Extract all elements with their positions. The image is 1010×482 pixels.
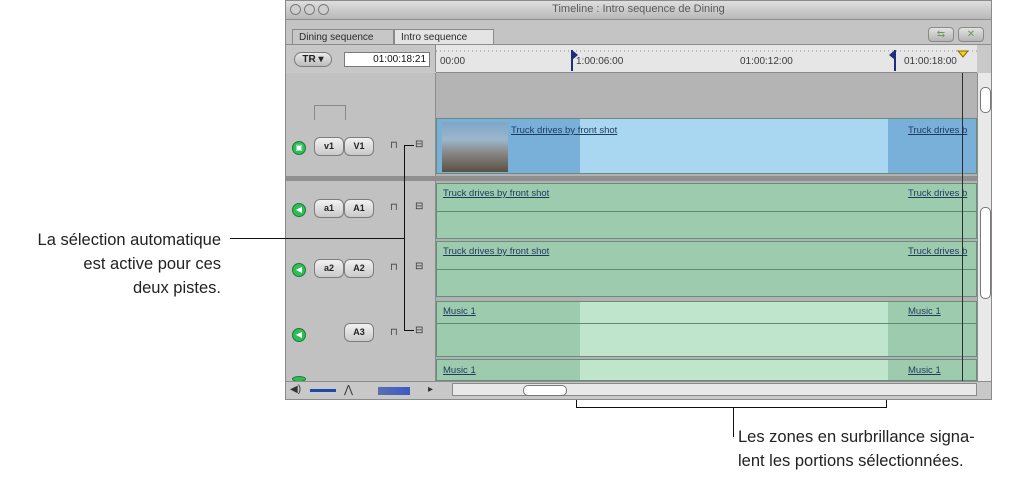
ruler-controls: TR ▾ 01:00:18:21 bbox=[286, 45, 436, 72]
audio-clip-a3[interactable]: Music 1 Music 1 bbox=[436, 301, 977, 357]
linking-button[interactable]: ✕ bbox=[958, 27, 984, 42]
auto-select-v1[interactable]: ⊟ bbox=[415, 140, 425, 150]
clip-name: Music 1 bbox=[443, 306, 476, 317]
tab-dining-sequence[interactable]: Dining sequence bbox=[292, 29, 394, 44]
track-empty-slot bbox=[314, 105, 346, 120]
source-control-a2[interactable]: a2 bbox=[314, 259, 344, 278]
audio-toggle-a3[interactable]: ◀ bbox=[292, 328, 306, 342]
sequence-tab-bar: Dining sequence Intro sequence ⇆ ✕ bbox=[286, 20, 991, 45]
callout-text: deux pistes. bbox=[132, 279, 221, 297]
clip-name: Truck drives by front shot bbox=[443, 188, 550, 199]
lock-icon[interactable]: ⊓ bbox=[390, 203, 399, 213]
callout-bottom: Les zones en surbrillance signa- lent le… bbox=[738, 425, 1008, 473]
ruler-label: 00:00 bbox=[440, 56, 466, 67]
empty-track-area bbox=[436, 73, 977, 117]
auto-select-a1[interactable]: ⊟ bbox=[415, 202, 425, 212]
callout-text: La sélection automatique bbox=[37, 231, 221, 249]
bracket-tick bbox=[404, 145, 414, 146]
title-bar[interactable]: Timeline : Intro sequence de Dining bbox=[286, 1, 991, 20]
dest-control-a3[interactable]: A3 bbox=[344, 323, 374, 342]
playhead-marker bbox=[956, 50, 970, 58]
callout-bracket bbox=[576, 407, 886, 408]
zoom-slider[interactable] bbox=[523, 385, 567, 396]
audio-clip-a1[interactable]: Truck drives by front shot Truck drives … bbox=[436, 183, 977, 239]
callout-text: Les zones en surbrillance signa- bbox=[738, 428, 975, 446]
dest-control-a1[interactable]: A1 bbox=[344, 199, 374, 218]
clip-name: Music 1 bbox=[908, 365, 941, 376]
tr-label: TR bbox=[302, 54, 316, 65]
timeline-ruler[interactable]: 00:00 1:00:06:00 01:00:12:00 01:00:18:00 bbox=[436, 45, 977, 73]
lock-icon[interactable]: ⊓ bbox=[390, 328, 399, 338]
clip-thumbnail bbox=[442, 122, 508, 172]
timeline-window: Timeline : Intro sequence de Dining Dini… bbox=[285, 0, 992, 400]
clip-name: Truck drives by front shot bbox=[511, 125, 618, 136]
speaker-icon[interactable]: ◀) bbox=[290, 384, 301, 395]
auto-select-a3[interactable]: ⊟ bbox=[415, 326, 425, 336]
scroll-thumb[interactable] bbox=[980, 207, 991, 299]
horizontal-scrollbar[interactable] bbox=[452, 383, 977, 396]
track-headers: ▣ v1 V1 ⊓ ⊟ ◀ a1 A1 ⊓ ⊟ ◀ a2 A2 ⊓ ⊟ ◀ A3… bbox=[286, 73, 436, 382]
scroll-thumb[interactable] bbox=[980, 87, 991, 113]
callout-left: La sélection automatique est active pour… bbox=[6, 228, 221, 300]
dest-control-a2[interactable]: A2 bbox=[344, 259, 374, 278]
callout-leader bbox=[230, 238, 404, 239]
source-control-v1[interactable]: v1 bbox=[314, 137, 344, 156]
auto-select-bracket bbox=[404, 145, 405, 331]
level-line bbox=[437, 269, 976, 270]
ruler-label: 01:00:18:00 bbox=[904, 56, 957, 67]
track-height-icon[interactable] bbox=[310, 389, 336, 392]
track-visibility-v1[interactable]: ▣ bbox=[292, 141, 306, 155]
audio-clip-a4[interactable]: Music 1 Music 1 bbox=[436, 359, 977, 381]
audio-clip-a2[interactable]: Truck drives by front shot Truck drives … bbox=[436, 241, 977, 297]
audio-toggle-a1[interactable]: ◀ bbox=[292, 203, 306, 217]
lock-icon[interactable]: ⊓ bbox=[390, 141, 399, 151]
callout-leader bbox=[733, 407, 734, 437]
window-title: Timeline : Intro sequence de Dining bbox=[552, 3, 725, 15]
auto-select-a2[interactable]: ⊟ bbox=[415, 262, 425, 272]
ruler-label: 1:00:06:00 bbox=[576, 56, 624, 67]
level-line bbox=[437, 323, 976, 324]
tab-intro-sequence[interactable]: Intro sequence bbox=[394, 29, 494, 44]
level-line bbox=[437, 211, 976, 212]
clip-name: Truck drives b bbox=[908, 246, 968, 257]
clip-name: Truck drives by front shot bbox=[443, 246, 550, 257]
clip-name: Music 1 bbox=[443, 365, 476, 376]
dest-control-v1[interactable]: V1 bbox=[344, 137, 374, 156]
callout-text: est active pour ces bbox=[83, 255, 221, 273]
clip-name: Truck drives b bbox=[908, 125, 968, 136]
vertical-scrollbar[interactable] bbox=[977, 73, 991, 381]
clip-overlay-icon[interactable]: ⋀ bbox=[344, 383, 353, 396]
playhead-line[interactable] bbox=[962, 73, 963, 381]
clip-name: Truck drives b bbox=[908, 188, 968, 199]
snapping-button[interactable]: ⇆ bbox=[928, 27, 954, 42]
timecode-field[interactable]: 01:00:18:21 bbox=[344, 52, 430, 67]
clip-name: Music 1 bbox=[908, 306, 941, 317]
tr-menu-button[interactable]: TR ▾ bbox=[294, 52, 332, 67]
audio-toggle-a2[interactable]: ◀ bbox=[292, 263, 306, 277]
source-control-a1[interactable]: a1 bbox=[314, 199, 344, 218]
callout-text: lent les portions sélectionnées. bbox=[738, 452, 964, 470]
track-size-icon[interactable] bbox=[378, 387, 410, 395]
ruler-ticks bbox=[436, 50, 977, 71]
callout-bracket bbox=[886, 400, 887, 408]
separator bbox=[286, 176, 435, 181]
lock-icon[interactable]: ⊓ bbox=[390, 263, 399, 273]
timeline-lanes[interactable]: Truck drives by front shot Truck drives … bbox=[436, 73, 977, 381]
chevron-right-icon[interactable]: ▸ bbox=[428, 384, 433, 395]
bracket-tick bbox=[404, 330, 414, 331]
video-clip-v1[interactable]: Truck drives by front shot Truck drives … bbox=[436, 118, 977, 174]
separator bbox=[436, 176, 977, 181]
ruler-label: 01:00:12:00 bbox=[740, 56, 793, 67]
